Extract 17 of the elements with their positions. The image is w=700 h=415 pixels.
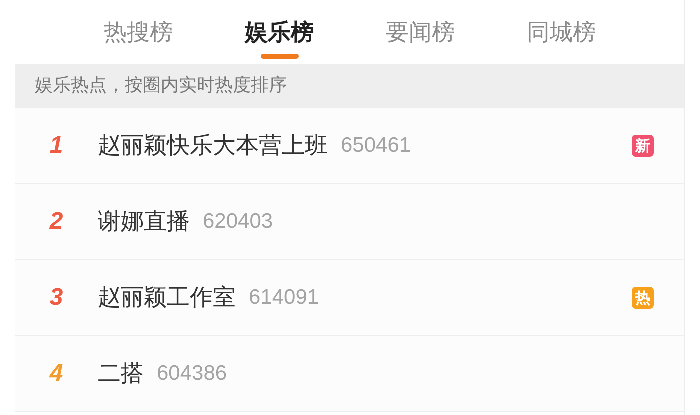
tab[interactable]: 娱乐榜	[209, 0, 350, 60]
heat-count: 614091	[249, 286, 320, 310]
tab-indicator	[260, 54, 298, 59]
topic-link[interactable]: 二搭	[98, 358, 144, 389]
topic-badge: 热	[632, 286, 654, 308]
topic-badge: 新	[632, 134, 654, 156]
topic-link[interactable]: 赵丽颖工作室	[98, 282, 236, 313]
rank-number: 2	[48, 208, 64, 236]
rank-number: 4	[48, 360, 64, 388]
heat-count: 650461	[341, 134, 412, 158]
heat-count: 620403	[203, 210, 274, 234]
rank-number: 1	[48, 132, 64, 160]
rank-number: 3	[48, 284, 64, 312]
heat-count: 604386	[157, 362, 228, 386]
topic-link[interactable]: 谢娜直播	[98, 206, 190, 237]
notice-text: 娱乐热点，按圈内实时热度排序	[15, 64, 684, 108]
topic-link[interactable]: 赵丽颖快乐大本营上班	[98, 130, 328, 161]
